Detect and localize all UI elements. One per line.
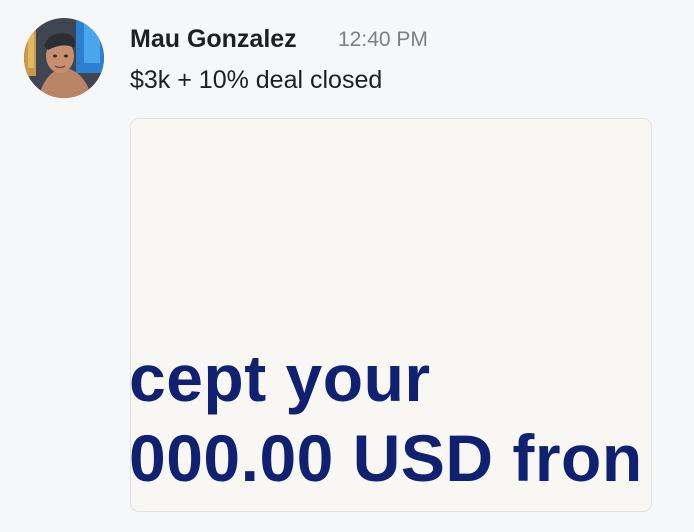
- attachment-text-line-2: 000.00 USD fron: [130, 421, 643, 495]
- author-name[interactable]: Mau Gonzalez: [130, 24, 297, 54]
- image-attachment[interactable]: cept your 000.00 USD fron: [130, 118, 652, 512]
- message-text: $3k + 10% deal closed: [130, 66, 383, 94]
- message-timestamp[interactable]: 12:40 PM: [338, 26, 428, 54]
- chat-message: Mau Gonzalez 12:40 PM $3k + 10% deal clo…: [0, 0, 694, 532]
- avatar[interactable]: [24, 18, 104, 98]
- attachment-text-line-1: cept your: [130, 341, 431, 415]
